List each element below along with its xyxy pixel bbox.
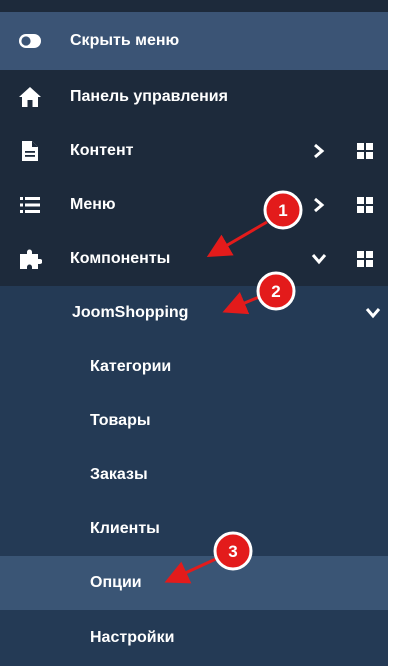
chevron-right-icon[interactable]: [308, 194, 330, 216]
list-icon: [18, 193, 42, 217]
toggle-icon: [18, 29, 42, 53]
home-icon: [18, 85, 42, 109]
sidebar-subitem-label: Заказы: [90, 466, 148, 483]
sidebar-subitem-orders[interactable]: Заказы: [0, 448, 388, 502]
puzzle-icon: [18, 247, 42, 271]
sidebar-item-joomshopping[interactable]: JoomShopping: [0, 286, 388, 340]
sidebar-subitem-label: Опции: [90, 574, 142, 591]
hide-menu-button[interactable]: Скрыть меню: [0, 12, 388, 70]
sidebar-item-menus[interactable]: Меню: [0, 178, 388, 232]
sidebar-item-label: Меню: [70, 196, 116, 213]
grid-icon[interactable]: [356, 196, 374, 214]
file-icon: [18, 139, 42, 163]
hide-menu-label: Скрыть меню: [70, 32, 180, 49]
sidebar-subitem-clients[interactable]: Клиенты: [0, 502, 388, 556]
chevron-down-icon[interactable]: [364, 304, 382, 322]
sidebar-subitem-settings[interactable]: Настройки: [0, 610, 388, 666]
sidebar-subitem-label: Товары: [90, 412, 151, 429]
sidebar-item-content[interactable]: Контент: [0, 124, 388, 178]
sidebar-subitem-label: Настройки: [90, 629, 175, 646]
sidebar-item-components[interactable]: Компоненты: [0, 232, 388, 286]
sidebar-menu: Скрыть меню Панель управления Контент Ме…: [0, 0, 388, 666]
chevron-down-icon[interactable]: [308, 248, 330, 270]
sidebar-item-label: Панель управления: [70, 88, 228, 105]
sidebar-subitem-categories[interactable]: Категории: [0, 340, 388, 394]
grid-icon[interactable]: [356, 250, 374, 268]
sidebar-subitem-products[interactable]: Товары: [0, 394, 388, 448]
sidebar-item-label: JoomShopping: [72, 304, 189, 321]
sidebar-item-dashboard[interactable]: Панель управления: [0, 70, 388, 124]
sidebar-subitem-options[interactable]: Опции: [0, 556, 388, 610]
sidebar-subitem-label: Клиенты: [90, 520, 160, 537]
sidebar-item-label: Контент: [70, 142, 134, 159]
grid-icon[interactable]: [356, 142, 374, 160]
sidebar-item-label: Компоненты: [70, 250, 171, 267]
sidebar-subitem-label: Категории: [90, 358, 172, 375]
chevron-right-icon[interactable]: [308, 140, 330, 162]
